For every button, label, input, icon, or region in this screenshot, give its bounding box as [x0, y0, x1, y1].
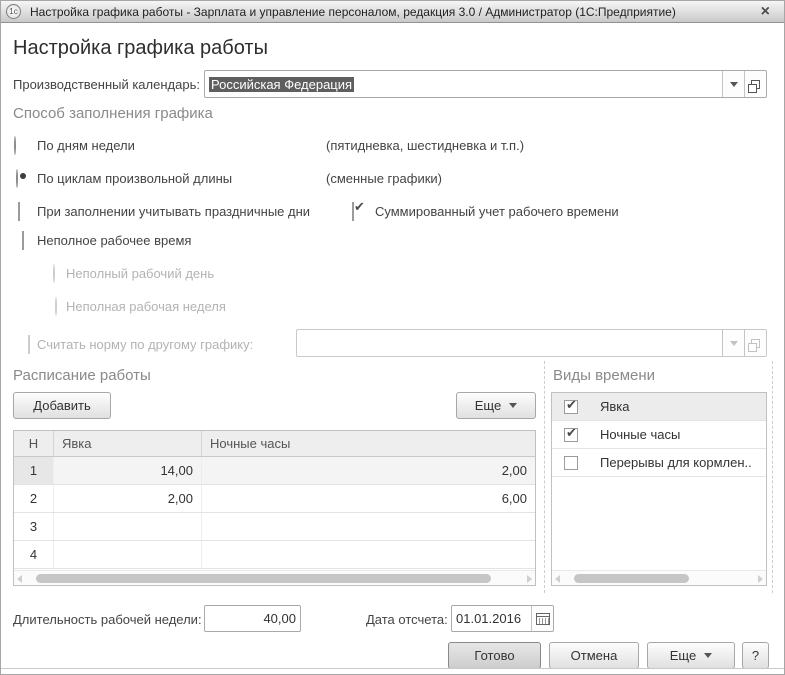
summarized-checkbox-label: Суммированный учет рабочего времени [375, 204, 619, 219]
scroll-left-icon[interactable] [555, 575, 560, 583]
time-type-checkbox[interactable]: ✔ [564, 396, 578, 414]
page-title: Настройка графика работы [13, 37, 268, 59]
window-title: Настройка графика работы - Зарплата и уп… [30, 4, 676, 19]
start-date-value: 01.01.2016 [456, 611, 522, 626]
other-schedule-input [296, 329, 767, 357]
schedule-heading: Расписание работы [13, 367, 151, 384]
production-calendar-value: Российская Федерация [209, 76, 355, 92]
list-item[interactable]: Перерывы для кормлен.. [552, 449, 766, 477]
add-button[interactable]: Добавить [13, 392, 111, 419]
time-type-checkbox[interactable]: ✔ [564, 424, 578, 442]
list-horizontal-scrollbar[interactable] [552, 570, 766, 585]
week-length-input[interactable]: 40,00 [204, 605, 301, 632]
help-button[interactable]: ? [742, 642, 769, 669]
week-length-label: Длительность рабочей недели: [13, 612, 202, 627]
1c-logo-icon: 1с [6, 4, 21, 19]
time-types-list: ✔ Явка ✔ Ночные часы Перерывы для кормле… [551, 392, 767, 586]
fill-method-heading: Способ заполнения графика [13, 105, 213, 122]
chevron-down-icon [729, 340, 738, 346]
panel-splitter[interactable] [544, 361, 545, 593]
scroll-right-icon[interactable] [758, 575, 763, 583]
scroll-left-icon[interactable] [17, 575, 22, 583]
other-schedule-label: Считать норму по другому графику: [37, 337, 254, 352]
check-icon: ✔ [566, 424, 577, 440]
done-button[interactable]: Готово [448, 642, 541, 669]
radio-part-week [55, 297, 57, 316]
date-picker-button[interactable] [531, 606, 553, 631]
part-time-checkbox-label: Неполное рабочее время [37, 233, 192, 248]
cancel-button[interactable]: Отмена [549, 642, 639, 669]
open-icon [748, 79, 760, 93]
radio-by-weekdays-label: По дням недели [37, 138, 135, 153]
chevron-down-icon [729, 81, 738, 87]
holidays-checkbox[interactable] [18, 202, 20, 221]
table-header: Н Явка Ночные часы [14, 431, 535, 457]
bottom-divider [1, 668, 784, 669]
table-row[interactable]: 2 2,00 6,00 [14, 485, 535, 513]
radio-by-cycles-note: (сменные графики) [326, 171, 442, 186]
table-row[interactable]: 4 [14, 541, 535, 569]
table-horizontal-scrollbar[interactable] [14, 570, 535, 585]
other-schedule-open-button [744, 330, 766, 356]
time-type-checkbox[interactable] [564, 455, 578, 470]
app-window: 1с Настройка графика работы - Зарплата и… [0, 0, 785, 675]
radio-by-weekdays-note: (пятидневка, шестидневка и т.п.) [326, 138, 525, 153]
check-icon: ✔ [566, 396, 577, 412]
col-header-night: Ночные часы [210, 436, 291, 451]
window-titlebar: 1с Настройка графика работы - Зарплата и… [1, 1, 784, 23]
production-calendar-label: Производственный календарь: [13, 77, 200, 92]
radio-part-week-label: Неполная рабочая неделя [66, 299, 226, 314]
calendar-dropdown-button[interactable] [722, 71, 744, 97]
time-types-heading: Виды времени [553, 367, 656, 384]
calendar-open-button[interactable] [744, 71, 766, 97]
holidays-checkbox-label: При заполнении учитывать праздничные дни [37, 204, 311, 219]
schedule-table: Н Явка Ночные часы 1 14,00 2,00 2 2,00 6… [13, 430, 536, 586]
radio-by-weekdays[interactable] [14, 136, 16, 155]
radio-by-cycles[interactable] [16, 169, 18, 188]
table-row[interactable]: 1 14,00 2,00 [14, 457, 535, 485]
check-icon: ✔ [354, 199, 365, 214]
radio-part-day [53, 264, 55, 283]
summarized-checkbox[interactable]: ✔ [352, 199, 365, 221]
col-header-n: Н [14, 431, 54, 456]
scroll-right-icon[interactable] [527, 575, 532, 583]
list-item[interactable]: ✔ Явка [552, 393, 766, 421]
right-edge-splitter [772, 361, 773, 593]
schedule-more-button[interactable]: Еще [456, 392, 536, 419]
radio-part-day-label: Неполный рабочий день [66, 266, 215, 281]
close-icon[interactable]: × [761, 2, 770, 22]
open-icon [748, 338, 760, 352]
part-time-checkbox[interactable] [22, 231, 24, 250]
list-item[interactable]: ✔ Ночные часы [552, 421, 766, 449]
col-header-yavka: Явка [54, 431, 202, 456]
radio-by-cycles-label: По циклам произвольной длины [37, 171, 233, 186]
chevron-down-icon [509, 403, 518, 408]
start-date-label: Дата отсчета: [366, 612, 448, 627]
start-date-input[interactable]: 01.01.2016 [451, 605, 554, 632]
scrollbar-thumb[interactable] [574, 574, 689, 583]
calendar-icon [535, 612, 550, 625]
production-calendar-input[interactable]: Российская Федерация [204, 70, 767, 98]
scrollbar-thumb[interactable] [36, 574, 491, 583]
other-schedule-checkbox [28, 335, 30, 354]
chevron-down-icon [704, 653, 713, 658]
other-schedule-dropdown-button [722, 330, 744, 356]
table-row[interactable]: 3 [14, 513, 535, 541]
week-length-value: 40,00 [263, 611, 296, 626]
footer-more-button[interactable]: Еще [647, 642, 735, 669]
